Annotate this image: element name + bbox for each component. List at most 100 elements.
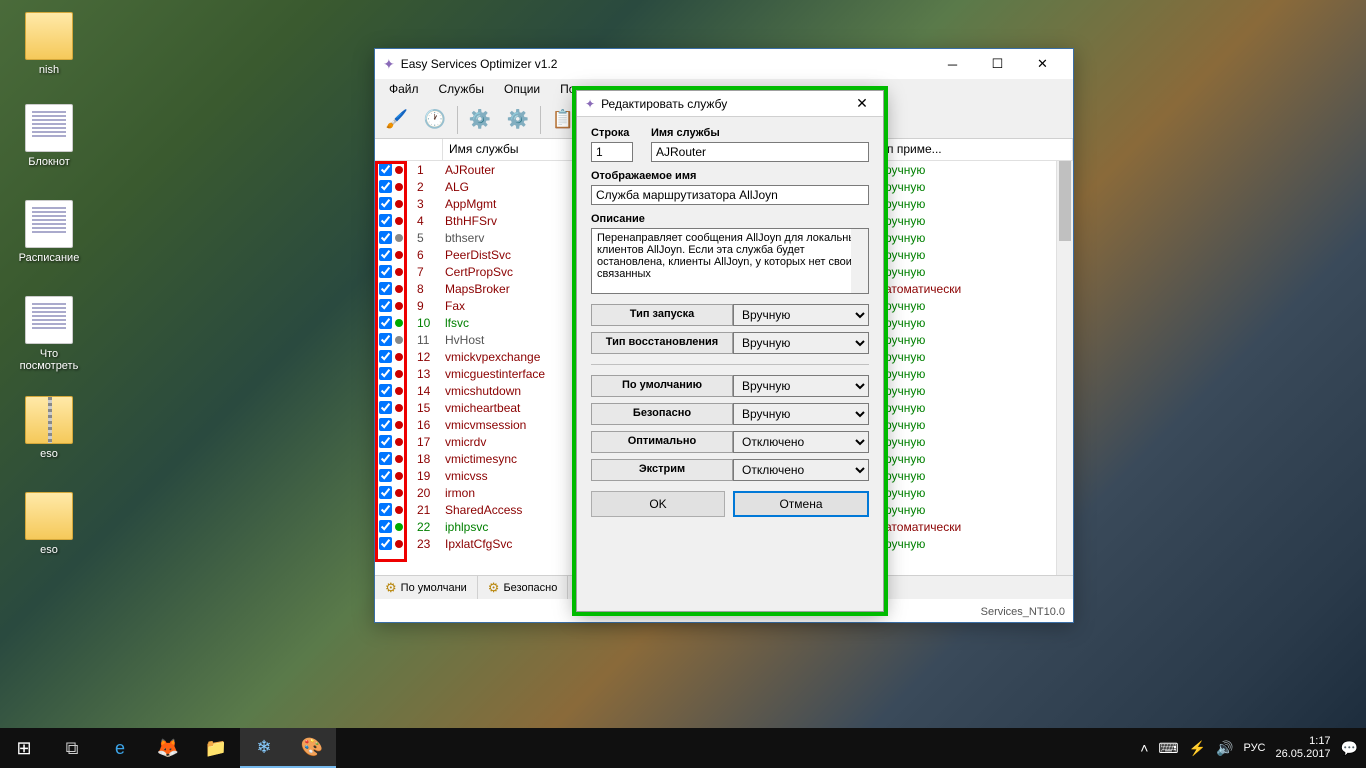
start-button[interactable]: ⊞ — [0, 728, 48, 768]
col-apply[interactable]: п приме... — [881, 139, 1073, 160]
window-title: Easy Services Optimizer v1.2 — [401, 57, 558, 71]
label-extreme: Экстрим — [591, 459, 733, 481]
row-index: 9 — [415, 299, 443, 313]
firefox-icon[interactable]: 🦊 — [144, 728, 192, 768]
optimal-select[interactable]: Отключено — [733, 431, 869, 453]
toolbar-gear1-icon[interactable]: ⚙️ — [464, 104, 496, 136]
tray-language[interactable]: РУС — [1243, 742, 1265, 754]
display-name-input[interactable] — [591, 185, 869, 205]
scrollbar[interactable] — [1056, 161, 1073, 575]
status-dot-icon — [395, 455, 403, 463]
minimize-button[interactable]: ─ — [930, 49, 975, 79]
tray-chevron-icon[interactable]: ˄ — [1140, 740, 1148, 756]
row-checkbox[interactable] — [379, 452, 392, 465]
ok-button[interactable]: OK — [591, 491, 725, 517]
row-checkbox[interactable] — [379, 537, 392, 550]
desktop-icon-eso[interactable]: eso — [14, 492, 84, 556]
row-index: 20 — [415, 486, 443, 500]
toolbar-paint-icon[interactable]: 🖌️ — [381, 104, 413, 136]
description-textarea[interactable]: Перенаправляет сообщения AllJoyn для лок… — [591, 228, 869, 294]
row-index: 21 — [415, 503, 443, 517]
row-checkbox[interactable] — [379, 163, 392, 176]
row-index: 19 — [415, 469, 443, 483]
recovery-type-select[interactable]: Вручную — [733, 332, 869, 354]
row-index: 11 — [415, 333, 443, 347]
dialog-titlebar[interactable]: ✦ Редактировать службу ✕ — [577, 91, 883, 117]
row-checkbox[interactable] — [379, 367, 392, 380]
toolbar-refresh-icon[interactable]: 🕐 — [419, 104, 451, 136]
row-checkbox[interactable] — [379, 180, 392, 193]
gear-icon: ⚙ — [385, 580, 397, 596]
close-button[interactable]: ✕ — [1020, 49, 1065, 79]
scroll-thumb[interactable] — [1059, 161, 1071, 241]
cancel-button[interactable]: Отмена — [733, 491, 869, 517]
row-checkbox[interactable] — [379, 486, 392, 499]
row-number-input[interactable] — [591, 142, 633, 162]
tab-default[interactable]: ⚙По умолчани — [375, 576, 478, 599]
apply-type: ручную — [883, 265, 1073, 279]
desktop-icon-eso[interactable]: eso — [14, 396, 84, 460]
row-checkbox[interactable] — [379, 282, 392, 295]
paint-taskbar-icon[interactable]: 🎨 — [288, 728, 336, 768]
desktop-icon-label: Расписание — [14, 252, 84, 264]
maximize-button[interactable]: ☐ — [975, 49, 1020, 79]
menu-services[interactable]: Службы — [429, 79, 494, 101]
row-checkbox[interactable] — [379, 333, 392, 346]
row-checkbox[interactable] — [379, 418, 392, 431]
default-select[interactable]: Вручную — [733, 375, 869, 397]
status-dot-icon — [395, 200, 403, 208]
dialog-close-button[interactable]: ✕ — [849, 91, 875, 117]
row-checkbox[interactable] — [379, 401, 392, 414]
extreme-select[interactable]: Отключено — [733, 459, 869, 481]
explorer-icon[interactable]: 📁 — [192, 728, 240, 768]
apply-type: ручную — [883, 163, 1073, 177]
row-index: 2 — [415, 180, 443, 194]
row-checkbox[interactable] — [379, 503, 392, 516]
label-safe: Безопасно — [591, 403, 733, 425]
folder-icon — [25, 12, 73, 60]
edge-icon[interactable]: e — [96, 728, 144, 768]
apply-type: ручную — [883, 214, 1073, 228]
tray-network-icon[interactable]: ⚡ — [1189, 740, 1206, 757]
row-checkbox[interactable] — [379, 231, 392, 244]
label-default: По умолчанию — [591, 375, 733, 397]
row-checkbox[interactable] — [379, 214, 392, 227]
desktop-icon-Что посмотреть[interactable]: Что посмотреть — [14, 296, 84, 372]
status-dot-icon — [395, 251, 403, 259]
menu-options[interactable]: Опции — [494, 79, 550, 101]
startup-type-select[interactable]: Вручную — [733, 304, 869, 326]
row-checkbox[interactable] — [379, 299, 392, 312]
row-checkbox[interactable] — [379, 520, 392, 533]
row-checkbox[interactable] — [379, 469, 392, 482]
row-checkbox[interactable] — [379, 435, 392, 448]
menu-file[interactable]: Файл — [379, 79, 429, 101]
tab-safe[interactable]: ⚙Безопасно — [478, 576, 569, 599]
titlebar[interactable]: ✦ Easy Services Optimizer v1.2 ─ ☐ ✕ — [375, 49, 1073, 79]
taskview-button[interactable]: ⧉ — [48, 728, 96, 768]
row-checkbox[interactable] — [379, 197, 392, 210]
apply-type: ручную — [883, 401, 1073, 415]
label-recovery-type: Тип восстановления — [591, 332, 733, 354]
row-checkbox[interactable] — [379, 265, 392, 278]
toolbar-list-icon[interactable]: 📋 — [547, 104, 579, 136]
desktop-icon-Блокнот[interactable]: Блокнот — [14, 104, 84, 168]
tray-volume-icon[interactable]: 🔊 — [1216, 740, 1233, 757]
row-checkbox[interactable] — [379, 384, 392, 397]
safe-select[interactable]: Вручную — [733, 403, 869, 425]
desktop-icon-label: Что посмотреть — [14, 348, 84, 372]
tray-notifications-icon[interactable]: 💬 — [1341, 740, 1358, 757]
system-tray: ˄ ⌨ ⚡ 🔊 РУС 1:17 26.05.2017 💬 — [1140, 728, 1366, 768]
service-name-input[interactable] — [651, 142, 869, 162]
desktop-icon-nish[interactable]: nish — [14, 12, 84, 76]
toolbar-gear2-icon[interactable]: ⚙️ — [502, 104, 534, 136]
row-checkbox[interactable] — [379, 316, 392, 329]
label-optimal: Оптимально — [591, 431, 733, 453]
tray-keyboard-icon[interactable]: ⌨ — [1158, 740, 1178, 757]
row-checkbox[interactable] — [379, 350, 392, 363]
eso-taskbar-icon[interactable]: ❄ — [240, 728, 288, 768]
tray-clock[interactable]: 1:17 26.05.2017 — [1276, 735, 1331, 761]
desktop-icon-Расписание[interactable]: Расписание — [14, 200, 84, 264]
col-check[interactable] — [375, 139, 443, 160]
apply-type: ручную — [883, 197, 1073, 211]
row-checkbox[interactable] — [379, 248, 392, 261]
